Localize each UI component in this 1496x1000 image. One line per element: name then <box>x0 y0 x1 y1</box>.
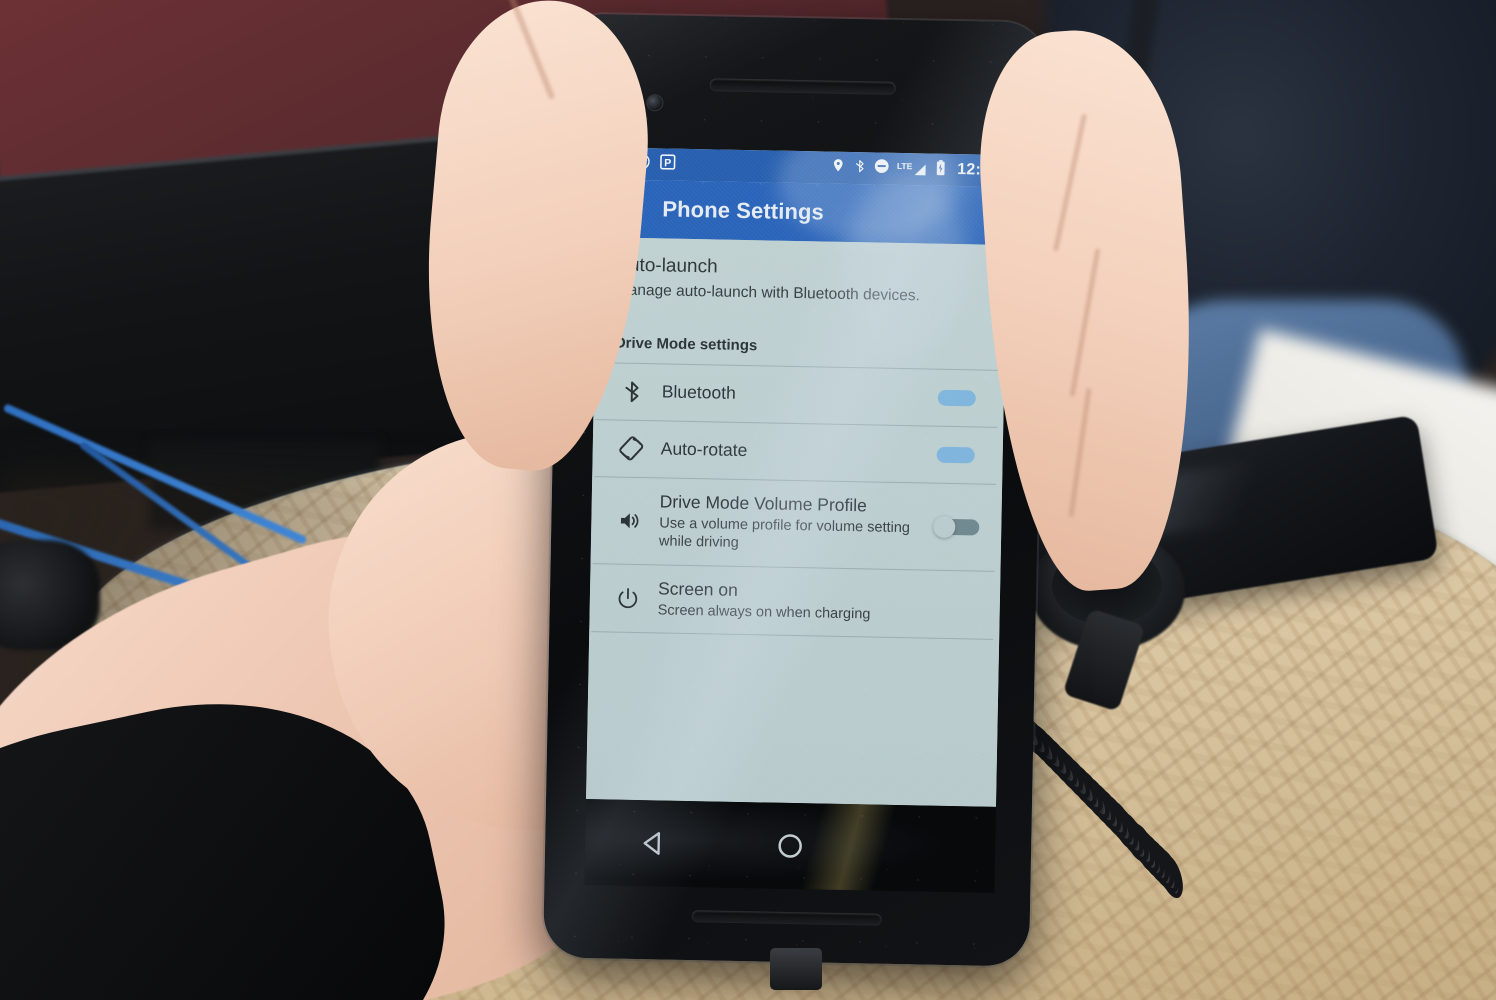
bluetooth-toggle[interactable] <box>936 386 984 409</box>
settings-content: Auto-launch Manage auto-launch with Blue… <box>586 237 1007 807</box>
usb-c-connector <box>770 948 822 990</box>
lte-label: LTE <box>896 160 913 172</box>
list-item-text: Bluetooth <box>662 382 922 408</box>
drive-mode-settings-header: Drive Mode settings <box>614 334 758 355</box>
auto-launch-subtitle: Manage auto-launch with Bluetooth device… <box>615 281 921 305</box>
toggle-track <box>937 389 976 407</box>
front-camera-icon <box>647 95 663 111</box>
list-item-control <box>925 514 985 539</box>
circle-home-icon <box>778 834 802 858</box>
bluetooth-icon <box>853 158 866 179</box>
battery-charging-icon <box>935 159 946 180</box>
location-pin-icon <box>831 158 845 178</box>
android-nav-bar <box>584 799 996 893</box>
list-item-control <box>928 386 988 409</box>
power-icon <box>604 585 652 612</box>
app-bar: Phone Settings <box>596 179 1008 246</box>
earpiece-speaker <box>709 78 896 95</box>
list-item-control <box>926 443 986 466</box>
list-item-bluetooth[interactable]: Bluetooth <box>593 363 1004 427</box>
list-item-screen-on[interactable]: Screen on Screen always on when charging <box>589 564 1000 639</box>
page-title: Phone Settings <box>662 196 825 225</box>
toggle-track <box>936 446 975 464</box>
bluetooth-icon <box>608 377 657 406</box>
photo-scene: P LTE 12:55 Phone Settings Auto-launch M… <box>0 0 1496 1000</box>
list-item-control <box>924 604 984 605</box>
list-item-title: Auto-rotate <box>660 438 748 461</box>
do-not-disturb-icon <box>874 158 889 178</box>
auto-launch-title: Auto-launch <box>616 254 718 278</box>
list-item-text: Auto-rotate <box>661 439 921 465</box>
list-item-title: Bluetooth <box>661 381 736 404</box>
triangle-back-icon <box>643 832 661 855</box>
list-item-text: Screen on Screen always on when charging <box>657 578 918 625</box>
auto-rotate-toggle[interactable] <box>934 443 982 466</box>
square-recents-icon <box>914 835 940 861</box>
bottom-speaker <box>691 910 882 926</box>
back-nav-button[interactable] <box>585 827 722 860</box>
list-item-title: Drive Mode Volume Profile <box>659 491 868 516</box>
list-item-drive-mode-volume-profile[interactable]: Drive Mode Volume Profile Use a volume p… <box>591 477 1003 571</box>
auto-launch-section[interactable]: Auto-launch Manage auto-launch with Blue… <box>596 237 1007 312</box>
list-item-subtitle: Screen always on when charging <box>657 602 871 623</box>
volume-up-icon <box>605 508 653 533</box>
list-item-text: Drive Mode Volume Profile Use a volume p… <box>659 491 920 556</box>
auto-rotate-icon <box>607 435 656 463</box>
status-bar-right-icons: LTE 12:55 <box>831 157 1000 181</box>
list-item-title: Screen on <box>657 578 739 600</box>
drive-mode-volume-profile-toggle[interactable] <box>932 514 981 539</box>
parking-p-icon: P <box>659 153 676 175</box>
phone-screen: P LTE 12:55 Phone Settings Auto-launch M… <box>586 147 1009 807</box>
lte-signal-icon: LTE <box>897 161 928 177</box>
list-item-auto-rotate[interactable]: Auto-rotate <box>592 420 1003 484</box>
home-nav-button[interactable] <box>722 830 859 863</box>
list-item-subtitle: Use a volume profile for volume setting … <box>658 515 911 552</box>
svg-text:P: P <box>664 157 671 169</box>
